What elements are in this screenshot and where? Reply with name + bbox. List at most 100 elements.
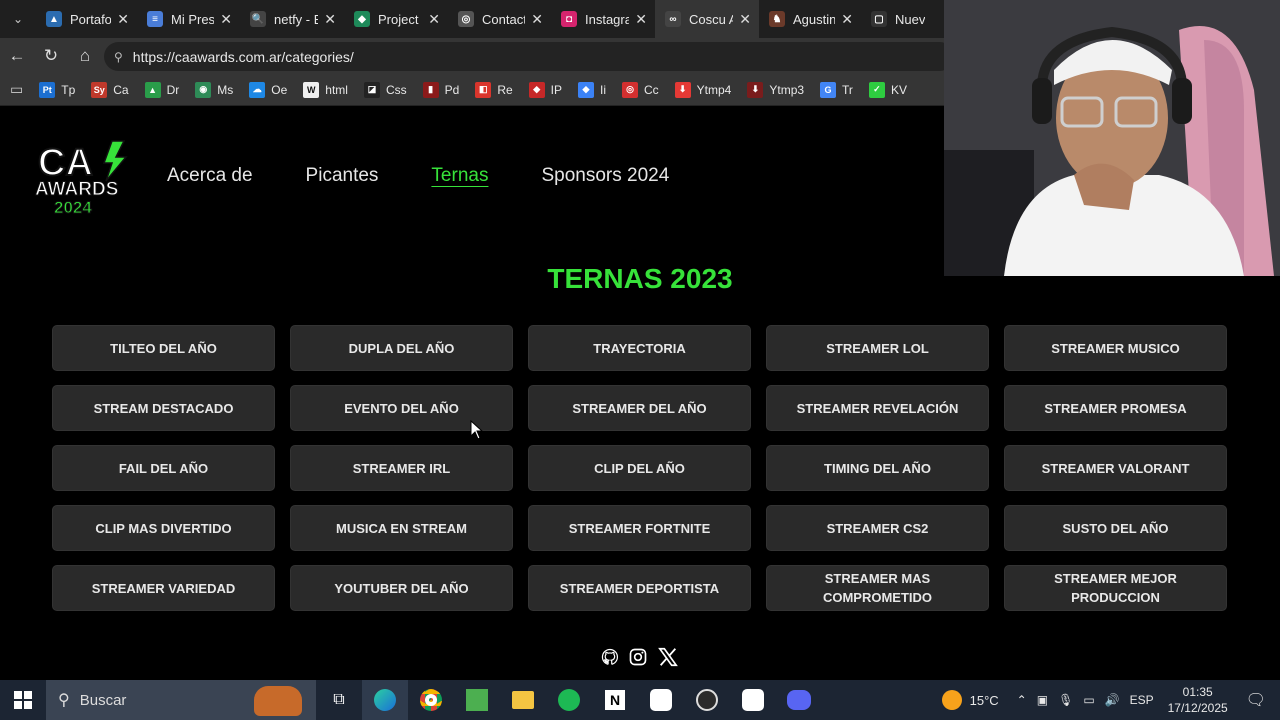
browser-tab[interactable]: ◆ Project ov ✕ [344, 0, 448, 38]
instagram-icon[interactable] [628, 647, 648, 667]
x-icon[interactable] [657, 646, 679, 668]
minecraft-icon[interactable] [454, 680, 500, 720]
weather-icon[interactable] [941, 690, 962, 710]
bookmark-item[interactable]: ▮ Pd [422, 81, 459, 98]
weather-temp[interactable]: 15°C [970, 693, 999, 708]
notion-icon[interactable]: N [592, 680, 638, 720]
capcut-icon-2[interactable] [730, 680, 776, 720]
browser-tab[interactable]: ∞ Coscu Arr ✕ [655, 0, 759, 38]
browser-tab[interactable]: ◎ Contacto ✕ [448, 0, 551, 38]
category-card[interactable]: STREAMER PROMESA [1004, 385, 1227, 431]
obs-icon[interactable] [684, 680, 730, 720]
bookmark-label: Css [385, 82, 407, 97]
close-tab-icon[interactable]: ✕ [220, 11, 232, 28]
close-tab-icon[interactable]: ✕ [117, 11, 129, 28]
category-card[interactable]: STREAMER VARIEDAD [52, 565, 275, 611]
category-card[interactable]: YOUTUBER DEL AÑO [290, 565, 513, 611]
category-card[interactable]: TIMING DEL AÑO [766, 445, 989, 491]
category-card[interactable]: STREAMER REVELACIÓN [766, 385, 989, 431]
category-card[interactable]: STREAMER IRL [290, 445, 513, 491]
microphone-icon[interactable]: 🎙 [1058, 693, 1073, 707]
address-bar[interactable]: ⚲ https://caawards.com.ar/categories/ [104, 42, 954, 71]
bookmark-item[interactable]: ◉ Ms [195, 81, 233, 98]
category-card[interactable]: MUSICA EN STREAM [290, 505, 513, 551]
category-card[interactable]: STREAMER CS2 [766, 505, 989, 551]
bookmark-item[interactable]: ▲ Dr [144, 81, 179, 98]
category-card[interactable]: SUSTO DEL AÑO [1004, 505, 1227, 551]
nav-acerca-de[interactable]: Acerca de [167, 165, 253, 187]
bookmark-item[interactable]: ◆ Ii [578, 81, 606, 98]
edge-icon[interactable] [362, 680, 408, 720]
category-card[interactable]: TILTEO DEL AÑO [52, 325, 275, 371]
close-tab-icon[interactable]: ✕ [324, 11, 336, 28]
start-windows-icon[interactable] [0, 680, 46, 720]
category-card[interactable]: STREAMER MUSICO [1004, 325, 1227, 371]
bookmark-item[interactable]: ✓ KV [868, 81, 907, 98]
clock[interactable]: 01:35 17/12/2025 [1168, 684, 1228, 716]
browser-tab[interactable]: ▢ Nueva pe [861, 0, 933, 38]
browser-tab[interactable]: ▲ Portafolio ✕ [36, 0, 137, 38]
chrome-icon[interactable] [408, 680, 454, 720]
reload-icon[interactable]: ↻ [34, 38, 68, 74]
category-card[interactable]: STREAMER FORTNITE [528, 505, 751, 551]
bookmark-item[interactable]: Whtml [303, 81, 348, 98]
bookmark-item[interactable]: Sy Ca [91, 81, 129, 98]
browser-tab[interactable]: ♞ Agustin B ✕ [759, 0, 861, 38]
ca-awards-logo[interactable]: CA AWARDS 2024 [32, 137, 140, 217]
home-icon[interactable]: ⌂ [68, 38, 102, 74]
network-icon[interactable]: ▭ [1083, 693, 1094, 707]
tab-title: Mi Presen [171, 11, 215, 27]
tab-search-icon[interactable]: ⌄ [0, 0, 36, 38]
spotify-icon[interactable] [546, 680, 592, 720]
nav-sponsors[interactable]: Sponsors 2024 [541, 165, 669, 187]
volume-icon[interactable]: 🔊 [1105, 693, 1120, 707]
file-explorer-icon[interactable] [500, 680, 546, 720]
browser-tab[interactable]: ≡ Mi Presen ✕ [137, 0, 240, 38]
bookmark-item[interactable]: ◆ IP [528, 81, 562, 98]
category-card[interactable]: STREAMER MAS COMPROMETIDO [766, 565, 989, 611]
category-card[interactable]: STREAM DESTACADO [52, 385, 275, 431]
category-card[interactable]: STREAMER VALORANT [1004, 445, 1227, 491]
close-tab-icon[interactable]: ✕ [841, 11, 853, 28]
category-card[interactable]: CLIP DEL AÑO [528, 445, 751, 491]
task-view-icon[interactable]: ⧉ [316, 680, 362, 720]
bookmark-item[interactable]: ◧ Re [475, 81, 513, 98]
github-icon[interactable] [601, 648, 619, 666]
category-card[interactable]: STREAMER DEPORTISTA [528, 565, 751, 611]
notifications-icon[interactable]: 🗨 [1246, 690, 1266, 710]
bookmark-item[interactable]: ⬇ Ytmp3 [747, 81, 804, 98]
bookmark-item[interactable]: G Tr [820, 81, 853, 98]
category-card[interactable]: STREAMER LOL [766, 325, 989, 371]
bookmark-label: Ii [600, 82, 606, 97]
chevron-up-icon[interactable]: ⌃ [1017, 693, 1027, 707]
browser-tab[interactable]: 🔍 netfy - Bú ✕ [240, 0, 344, 38]
bookmarks-folder-icon[interactable]: ▭ [10, 81, 23, 98]
category-card[interactable]: CLIP MAS DIVERTIDO [52, 505, 275, 551]
category-card[interactable]: DUPLA DEL AÑO [290, 325, 513, 371]
taskbar-search[interactable]: ⚲ Buscar [46, 680, 316, 720]
close-tab-icon[interactable]: ✕ [635, 11, 647, 28]
back-arrow-icon[interactable]: ← [0, 38, 34, 74]
category-card[interactable]: TRAYECTORIA [528, 325, 751, 371]
close-tab-icon[interactable]: ✕ [428, 11, 440, 28]
close-tab-icon[interactable]: ✕ [739, 11, 751, 28]
meet-now-icon[interactable]: ▣ [1037, 693, 1048, 707]
category-card[interactable]: STREAMER DEL AÑO [528, 385, 751, 431]
discord-icon[interactable] [776, 680, 822, 720]
close-tab-icon[interactable]: ✕ [531, 11, 543, 28]
language-indicator[interactable]: ESP [1130, 693, 1154, 707]
bookmark-item[interactable]: ◎ Cc [622, 81, 659, 98]
nav-ternas[interactable]: Ternas [431, 165, 488, 187]
category-card[interactable]: FAIL DEL AÑO [52, 445, 275, 491]
bookmark-item[interactable]: ◪ Css [363, 81, 407, 98]
nav-picantes[interactable]: Picantes [306, 165, 379, 187]
capcut-icon[interactable] [638, 680, 684, 720]
bookmark-item[interactable]: Pt Tp [39, 81, 75, 98]
browser-tab[interactable]: ◘ Instagram ✕ [551, 0, 655, 38]
site-info-icon[interactable]: ⚲ [114, 50, 123, 64]
bookmark-item[interactable]: ⬇ Ytmp4 [674, 81, 731, 98]
bookmark-label: Oe [271, 82, 288, 97]
tab-favicon-icon: ∞ [665, 11, 681, 27]
category-card[interactable]: STREAMER MEJOR PRODUCCION [1004, 565, 1227, 611]
bookmark-item[interactable]: ☁ Oe [249, 81, 288, 98]
